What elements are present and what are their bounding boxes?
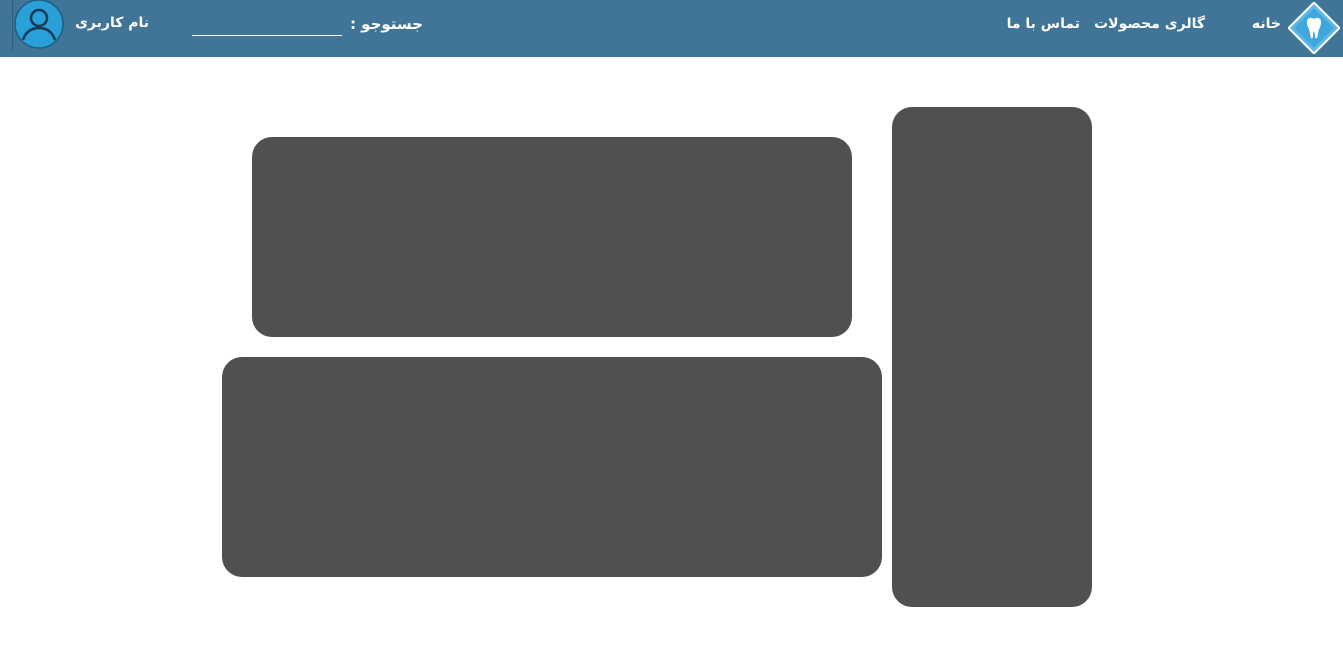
top-navigation-bar: خانه گالری محصولات تماس با ما جستوجو : ن… — [0, 0, 1343, 57]
user-avatar-icon[interactable] — [14, 0, 64, 50]
nav-home-link[interactable]: خانه — [1252, 16, 1281, 32]
header-divider — [12, 0, 13, 50]
username-label[interactable]: نام کاربری — [75, 15, 149, 31]
content-panel-top — [252, 137, 852, 337]
tooth-logo-icon[interactable] — [1288, 2, 1340, 54]
nav-contact-link[interactable]: تماس با ما — [1007, 16, 1080, 32]
nav-gallery-link[interactable]: گالری محصولات — [1094, 16, 1205, 32]
content-panel-bottom — [222, 357, 882, 577]
search-label: جستوجو : — [349, 15, 423, 33]
search-input[interactable] — [192, 17, 342, 36]
sidebar-panel — [892, 107, 1092, 607]
